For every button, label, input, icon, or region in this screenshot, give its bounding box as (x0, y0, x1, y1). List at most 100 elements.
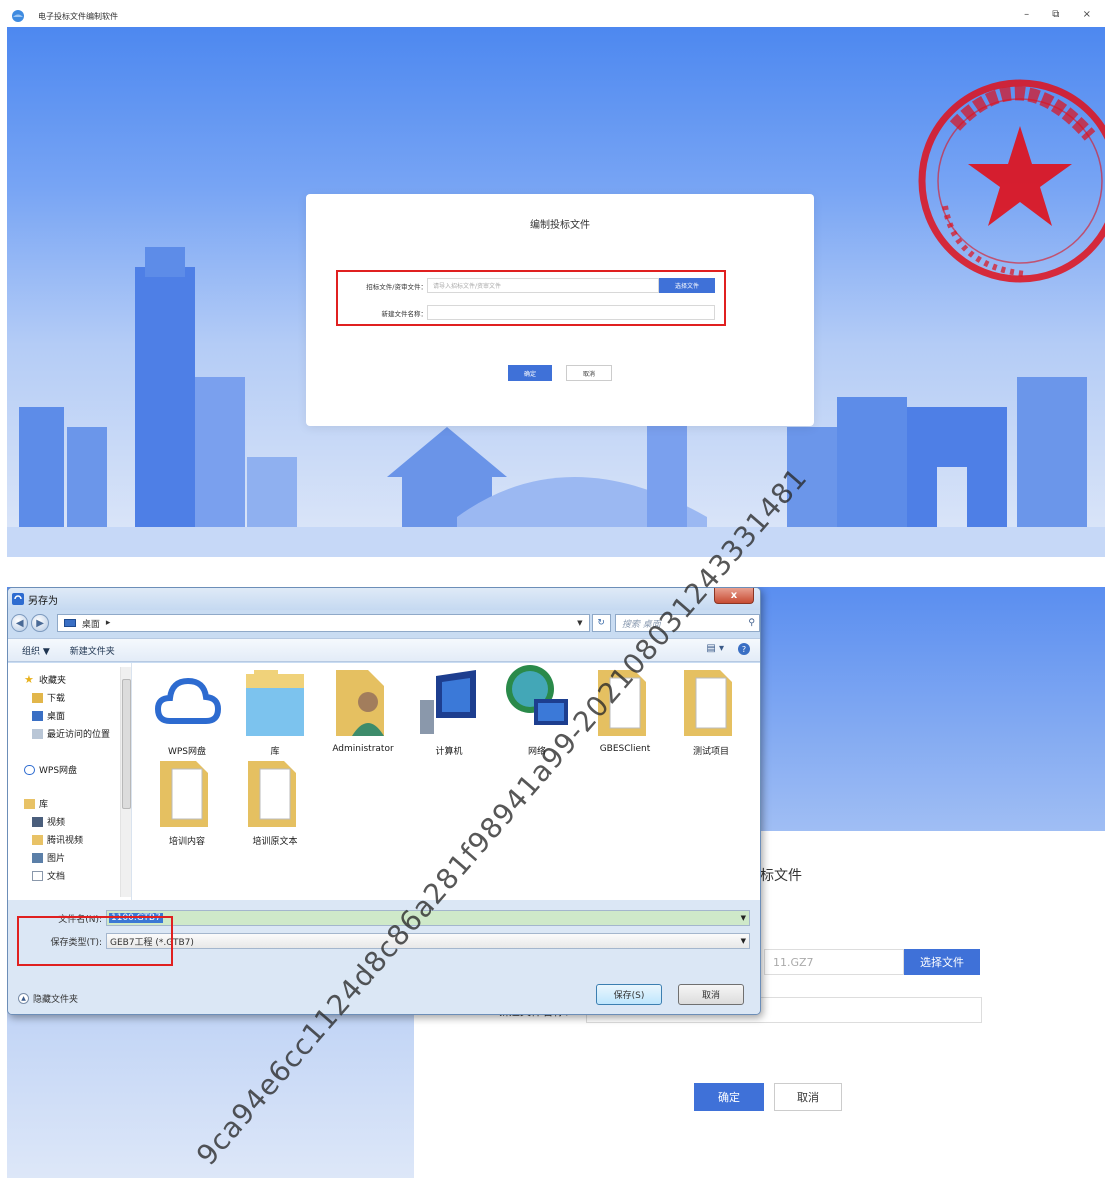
user-folder-icon (336, 670, 384, 736)
chevron-down-icon[interactable]: ▼ (741, 914, 746, 922)
save-as-titlebar: 另存为 x (8, 588, 760, 610)
cloud-icon (154, 677, 222, 724)
search-icon[interactable]: ⚲ (748, 618, 755, 628)
nav-label: 库 (39, 800, 49, 810)
file-label: 培训内容 (168, 837, 205, 847)
hide-folders-toggle[interactable]: ▲ 隐藏文件夹 (18, 992, 78, 1005)
dialog-title-fragment: 标文件 (760, 868, 802, 884)
back-button[interactable]: ◀ (11, 614, 29, 632)
tender-file-input[interactable]: 请导入招标文件/资审文件 (427, 278, 659, 293)
address-dropdown-icon[interactable]: ▼ (577, 619, 582, 627)
folder-icon (160, 761, 208, 827)
file-item-gbesclient[interactable]: GBESClient (584, 663, 666, 754)
folder-icon (598, 670, 646, 736)
organize-menu[interactable]: 组织 ▼ (22, 644, 50, 657)
file-item-library[interactable]: 库 (234, 663, 316, 757)
view-controls: ▤ ▾ ? (706, 643, 750, 655)
video-icon (32, 816, 43, 827)
nav-scrollbar[interactable] (120, 667, 131, 897)
file-item-training-original[interactable]: 培训原文本 (234, 755, 316, 847)
document-icon (32, 870, 43, 881)
search-input[interactable]: 搜索 桌面 ⚲ (614, 614, 760, 632)
nav-label: WPS网盘 (39, 766, 78, 776)
computer-icon (420, 670, 476, 734)
nav-label: 下载 (47, 694, 66, 704)
nav-item-recent-places[interactable]: 最近访问的位置 (32, 727, 110, 740)
chevron-up-icon[interactable]: ▲ (18, 993, 29, 1004)
file-item-computer[interactable]: 计算机 (408, 663, 490, 757)
address-crumb[interactable]: 桌面 (82, 617, 100, 630)
download-folder-icon (32, 692, 43, 703)
library-icon (246, 670, 304, 736)
save-as-screenshot: 标文件 11.GZ7 选择文件 新建文件名称： 1100 确定 取消 另存为 x… (7, 587, 1105, 1178)
save-button[interactable]: 保存(S) (596, 984, 662, 1005)
app-icon (12, 593, 24, 605)
refresh-icon[interactable]: ↻ (591, 614, 611, 632)
nav-item-wps-cloud[interactable]: WPS网盘 (24, 763, 77, 776)
address-bar-row: ◀ ▶ 桌面 ▸ ▼ ↻ 搜索 桌面 ⚲ (8, 610, 760, 636)
nav-item-tencent-video[interactable]: 腾讯视频 (32, 833, 83, 846)
ok-button[interactable]: 确定 (694, 1083, 764, 1111)
file-label: 网络 (527, 747, 546, 757)
new-folder-button[interactable]: 新建文件夹 (70, 644, 115, 657)
nav-item-desktop[interactable]: 桌面 (32, 709, 65, 722)
company-seal-stamp (918, 79, 1105, 283)
bidding-software-main-window: 电子投标文件编制软件 – ⧉ × 编制投标文件 招标文件/资审文件： 请导入招标… (7, 5, 1105, 557)
filename-input[interactable]: 1100.GTB7 ▼ (106, 910, 750, 926)
ok-button[interactable]: 确定 (508, 365, 552, 381)
nav-item-pictures[interactable]: 图片 (32, 851, 65, 864)
cloud-icon (24, 764, 35, 775)
choose-file-button[interactable]: 选择文件 (659, 278, 715, 293)
new-file-name-input[interactable] (427, 305, 715, 320)
nav-item-videos[interactable]: 视频 (32, 815, 65, 828)
star-icon: ★ (24, 672, 34, 686)
view-options-icon[interactable]: ▤ ▾ (706, 643, 724, 655)
chevron-down-icon[interactable]: ▼ (741, 937, 746, 945)
app-title: 电子投标文件编制软件 (38, 11, 118, 21)
help-icon[interactable]: ? (738, 643, 750, 655)
file-item-administrator[interactable]: Administrator (322, 663, 404, 754)
nav-label: 图片 (47, 854, 66, 864)
nav-item-documents[interactable]: 文档 (32, 869, 65, 882)
desktop-icon (32, 710, 43, 721)
cancel-button[interactable]: 取消 (774, 1083, 842, 1111)
search-placeholder: 搜索 桌面 (621, 619, 661, 630)
compile-bid-file-dialog: 编制投标文件 招标文件/资审文件： 请导入招标文件/资审文件 选择文件 新建文件… (306, 194, 814, 426)
hide-folders-label: 隐藏文件夹 (33, 995, 79, 1005)
choose-file-button[interactable]: 选择文件 (904, 949, 980, 975)
save-as-dialog: 另存为 x ◀ ▶ 桌面 ▸ ▼ ↻ 搜索 桌面 ⚲ 组织 ▼ 新建文件夹 ▤ … (7, 587, 761, 1015)
window-controls[interactable]: – ⧉ × (1024, 9, 1101, 20)
file-label: 培训原文本 (252, 837, 298, 847)
navigation-pane: ★ 收藏夹 下载 桌面 最近访问的位置 WPS网盘 库 视频 腾讯视频 图片 文档 (8, 663, 132, 900)
save-as-title: 另存为 (28, 595, 58, 607)
filetype-select[interactable]: GEB7工程 (*.GTB7) ▼ (106, 933, 750, 949)
nav-item-favorites[interactable]: ★ 收藏夹 (24, 672, 67, 687)
file-item-network[interactable]: 网络 (496, 657, 578, 757)
recent-places-icon (32, 728, 43, 739)
library-icon (24, 798, 35, 809)
file-label: 测试项目 (692, 747, 729, 757)
tender-file-label: 招标文件/资审文件： (366, 282, 427, 291)
picture-icon (32, 852, 43, 863)
cancel-button[interactable]: 取消 (678, 984, 744, 1005)
nav-label: 最近访问的位置 (47, 730, 111, 740)
chevron-right-icon[interactable]: ▸ (106, 618, 111, 628)
nav-item-downloads[interactable]: 下载 (32, 691, 65, 704)
nav-item-library[interactable]: 库 (24, 797, 48, 810)
new-file-name-row: 新建文件名称： (342, 305, 715, 320)
file-label: 计算机 (435, 747, 463, 757)
file-browser-body: ★ 收藏夹 下载 桌面 最近访问的位置 WPS网盘 库 视频 腾讯视频 图片 文档… (8, 663, 760, 900)
folder-icon (248, 761, 296, 827)
nav-label: 收藏夹 (39, 676, 67, 686)
address-bar[interactable]: 桌面 ▸ ▼ (56, 614, 590, 632)
tender-file-row: 招标文件/资审文件： 请导入招标文件/资审文件 选择文件 (342, 278, 715, 293)
file-item-wps-cloud[interactable]: WPS网盘 (146, 669, 228, 757)
file-item-training-content[interactable]: 培训内容 (146, 755, 228, 847)
forward-button[interactable]: ▶ (31, 614, 49, 632)
file-item-test-project[interactable]: 测试项目 (670, 663, 752, 757)
nav-label: 桌面 (47, 712, 66, 722)
cancel-button[interactable]: 取消 (566, 365, 612, 381)
close-button[interactable]: x (714, 588, 754, 604)
tender-file-input[interactable]: 11.GZ7 (764, 949, 904, 975)
nav-scrollbar-thumb[interactable] (122, 679, 131, 809)
